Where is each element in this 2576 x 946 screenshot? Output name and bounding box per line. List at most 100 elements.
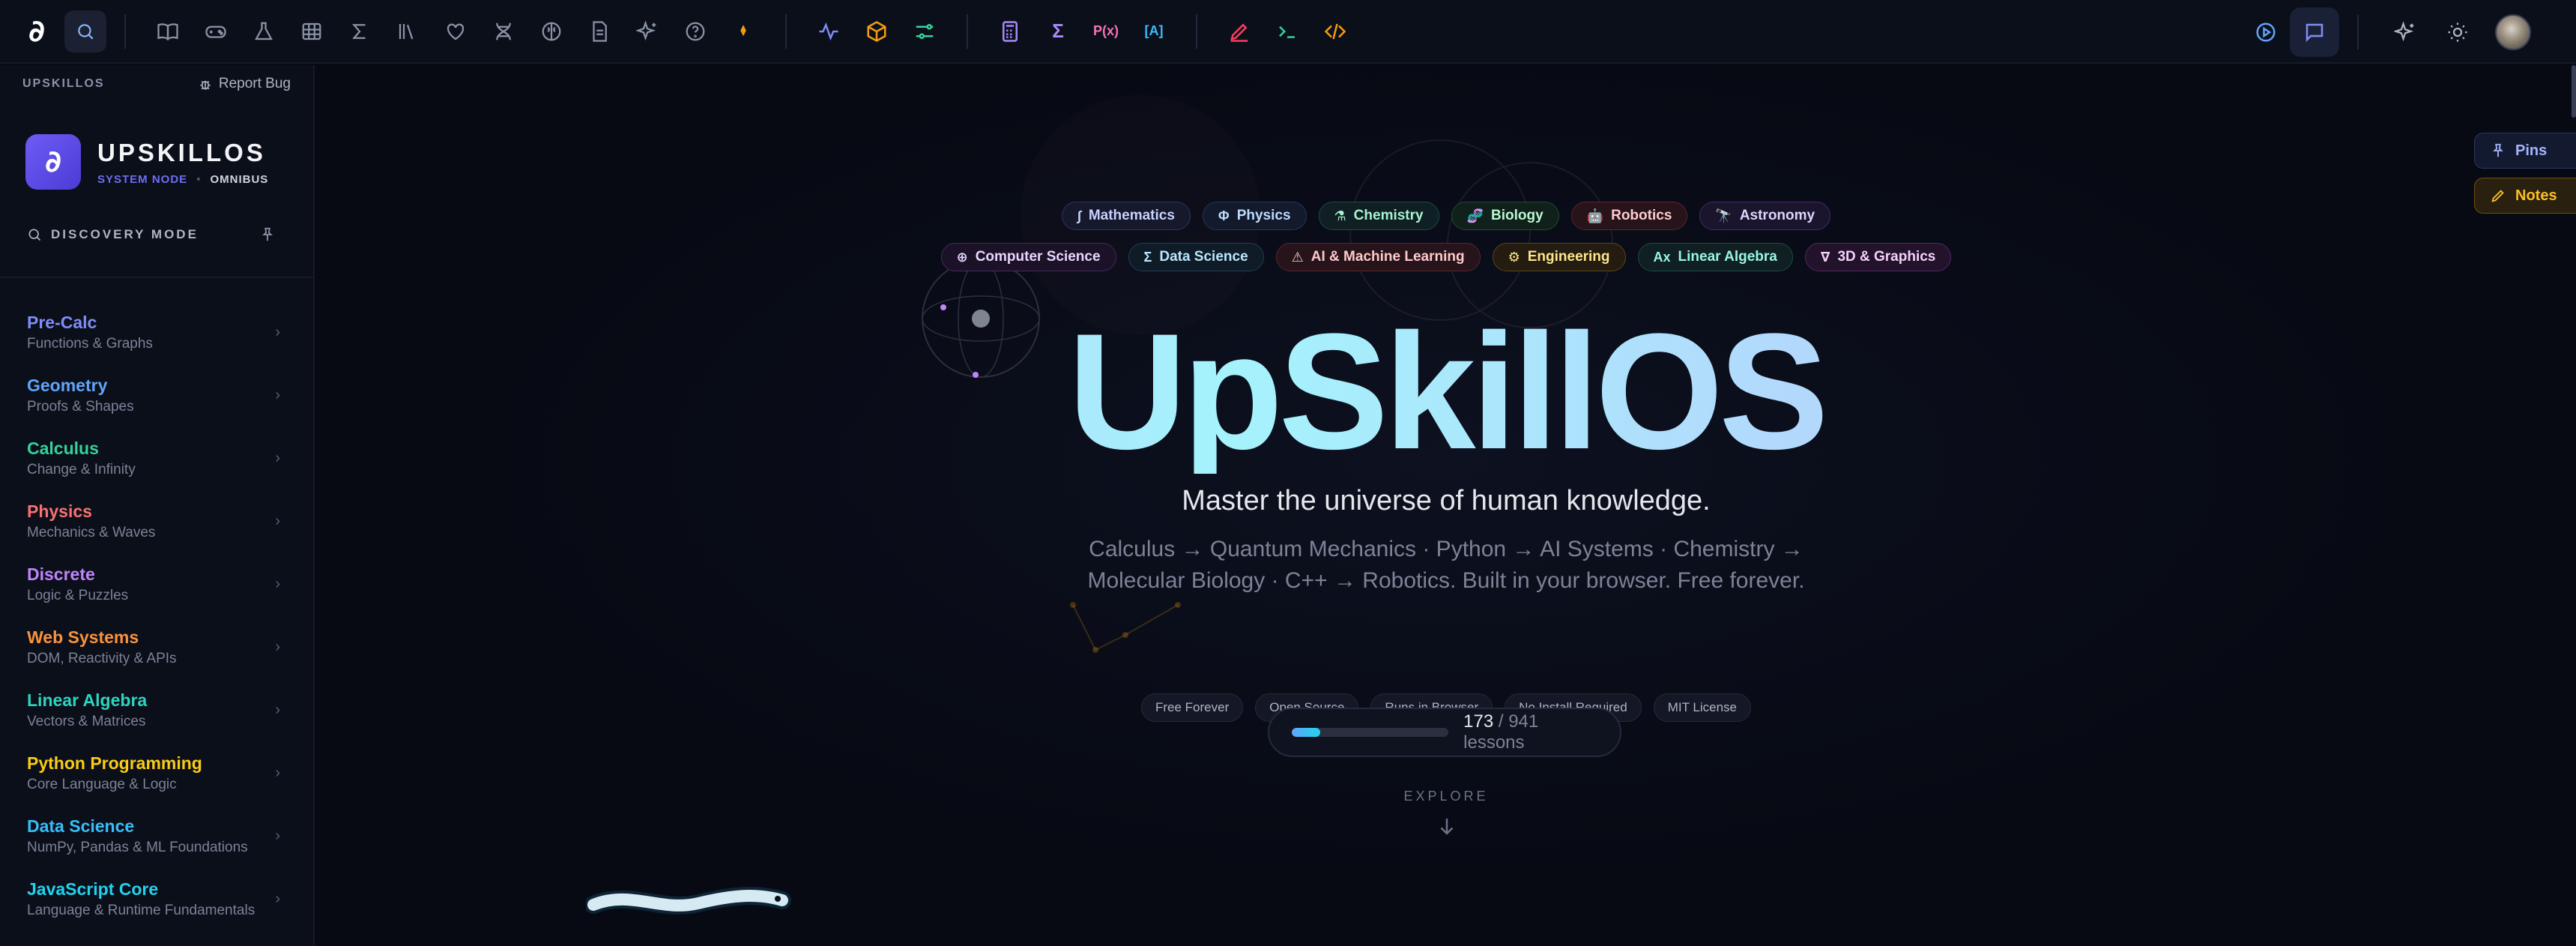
topic-chip[interactable]: Φ Physics xyxy=(1202,202,1307,230)
flask-icon[interactable] xyxy=(240,7,288,55)
terminal-icon[interactable] xyxy=(1263,7,1311,55)
search-icon xyxy=(78,23,94,40)
sidebar-item[interactable]: Data Science NumPy, Pandas & ML Foundatio… xyxy=(0,804,313,867)
progress-bar xyxy=(1292,728,1449,737)
discovery-mode[interactable]: DISCOVERY MODE xyxy=(0,220,313,250)
main-hero: ∫ Mathematics Φ Physics ⚗ Chemistry 🧬 Biology 🤖 R… xyxy=(316,65,2576,946)
sparkles-icon[interactable] xyxy=(623,7,671,55)
sigma-icon[interactable] xyxy=(336,7,384,55)
heart-icon[interactable] xyxy=(432,7,480,55)
matrix-icon[interactable]: [A] xyxy=(1130,7,1178,55)
sliders-icon[interactable] xyxy=(901,7,949,55)
pin-icon xyxy=(2493,143,2503,157)
topic-chip[interactable]: Σ Data Science xyxy=(1128,243,1264,271)
sidebar-item-desc: Logic & Puzzles xyxy=(27,587,129,603)
summation-icon[interactable]: Σ xyxy=(1034,7,1082,55)
topic-chip[interactable]: 🤖 Robotics xyxy=(1570,202,1688,230)
user-avatar[interactable] xyxy=(2495,13,2531,50)
search-icon xyxy=(28,229,41,241)
toolbar-divider xyxy=(785,13,787,49)
sparkles-icon[interactable] xyxy=(2381,8,2429,56)
brain-icon[interactable] xyxy=(527,7,575,55)
sidebar-item[interactable]: Pre-Calc Functions & Graphs › xyxy=(0,301,313,364)
topic-chip[interactable]: ⊕ Computer Science xyxy=(940,243,1116,271)
sun-icon[interactable] xyxy=(2434,8,2482,56)
app-logo-button[interactable]: ∂ xyxy=(19,14,54,49)
help-icon[interactable] xyxy=(671,7,719,55)
topic-chip-icon: ∫ xyxy=(1077,208,1081,223)
pencil-icon xyxy=(2491,190,2504,202)
topic-chip[interactable]: ⚙ Engineering xyxy=(1492,243,1626,271)
pen-icon[interactable] xyxy=(1215,7,1263,55)
topic-chip-label: Engineering xyxy=(1527,249,1610,265)
cube-icon[interactable] xyxy=(853,7,901,55)
chat-button[interactable] xyxy=(2290,7,2339,57)
explore-label[interactable]: EXPLORE xyxy=(316,789,2576,804)
sidebar-item-desc: NumPy, Pandas & ML Foundations xyxy=(27,839,248,855)
dna-icon[interactable] xyxy=(480,7,527,55)
function-icon[interactable]: P(x) xyxy=(1082,7,1130,55)
topic-chip[interactable]: ⚠ AI & Machine Learning xyxy=(1275,243,1481,271)
chat-icon xyxy=(2306,23,2323,42)
brand-block: ∂ UPSKILLOS SYSTEM NODE • OMNIBUS xyxy=(0,134,313,190)
worm-mascot xyxy=(586,887,791,915)
toolbar-divider xyxy=(1196,13,1197,49)
sidebar-item[interactable]: Python Programming Core Language & Logic › xyxy=(0,741,313,804)
table-icon[interactable] xyxy=(288,7,336,55)
chevron-right-icon: › xyxy=(275,764,280,781)
library-icon[interactable] xyxy=(384,7,432,55)
sidebar-item-desc: Mechanics & Waves xyxy=(27,524,156,540)
sidebar-item[interactable]: Geometry Proofs & Shapes › xyxy=(0,364,313,427)
activity-icon[interactable] xyxy=(805,7,853,55)
sidebar-item-name: JavaScript Core xyxy=(27,879,159,899)
sidebar-item[interactable]: Web Systems DOM, Reactivity & APIs › xyxy=(0,615,313,678)
chevron-right-icon: › xyxy=(275,449,280,466)
sidebar-item[interactable]: JavaScript Core Language & Runtime Fundam… xyxy=(0,867,313,930)
topic-chip[interactable]: 🔭 Astronomy xyxy=(1699,202,1831,230)
brand-node-label: SYSTEM NODE xyxy=(97,172,188,186)
sidebar-item[interactable]: Calculus Change & Infinity › xyxy=(0,427,313,489)
sidebar-divider xyxy=(0,277,313,278)
chevron-right-icon: › xyxy=(275,890,280,907)
toolbar-divider xyxy=(2357,14,2359,49)
search-button[interactable] xyxy=(64,10,106,52)
sidebar-item[interactable]: Physics Mechanics & Waves › xyxy=(0,489,313,552)
report-bug-button[interactable]: Report Bug xyxy=(198,76,291,92)
sidebar-item[interactable]: Discrete Logic & Puzzles › xyxy=(0,552,313,615)
topic-chip-label: Astronomy xyxy=(1739,208,1815,223)
topic-chip[interactable]: Ax Linear Algebra xyxy=(1637,243,1793,271)
sidebar-item-desc: DOM, Reactivity & APIs xyxy=(27,650,177,666)
pins-button[interactable]: Pins xyxy=(2474,133,2576,169)
notes-button[interactable]: Notes xyxy=(2474,178,2576,214)
pin-icon[interactable] xyxy=(259,226,276,243)
topic-chip-icon: ∇ xyxy=(1820,249,1830,265)
topic-chip[interactable]: 🧬 Biology xyxy=(1451,202,1559,230)
topic-chip-label: Physics xyxy=(1236,208,1291,223)
chevron-right-icon: › xyxy=(275,827,280,844)
sidebar-item-desc: Language & Runtime Fundamentals xyxy=(27,902,256,918)
sidebar-item-name: Linear Algebra xyxy=(27,690,148,710)
topic-chip[interactable]: ⚗ Chemistry xyxy=(1318,202,1439,230)
sidebar-item-desc: Core Language & Logic xyxy=(27,776,177,792)
code-icon[interactable] xyxy=(1311,7,1359,55)
gamepad-icon[interactable] xyxy=(192,7,240,55)
play-circle-icon[interactable] xyxy=(2242,8,2290,56)
book-icon[interactable] xyxy=(144,7,192,55)
sidebar-item-desc: Functions & Graphs xyxy=(27,335,153,352)
calculator-icon[interactable] xyxy=(986,7,1034,55)
page-scrollbar[interactable] xyxy=(2572,65,2576,118)
sidebar-item[interactable]: Linear Algebra Vectors & Matrices › xyxy=(0,678,313,741)
sidebar: UPSKILLOS Report Bug ∂ UPSKILLOS SYSTEM … xyxy=(0,65,315,946)
chevron-right-icon: › xyxy=(275,512,280,529)
topic-chip-label: Chemistry xyxy=(1353,208,1424,223)
sidebar-item-name: Python Programming xyxy=(27,753,202,773)
arrow-down-icon[interactable] xyxy=(1436,815,1458,837)
document-icon[interactable] xyxy=(575,7,623,55)
topic-chip[interactable]: ∫ Mathematics xyxy=(1061,202,1191,230)
topic-chip[interactable]: ∇ 3D & Graphics xyxy=(1804,243,1952,271)
topic-chips-row-1: ∫ Mathematics Φ Physics ⚗ Chemistry 🧬 Biology 🤖 R… xyxy=(316,202,2576,230)
toolbar-divider xyxy=(124,13,126,49)
topic-chip-label: AI & Machine Learning xyxy=(1310,249,1465,265)
topic-chip-label: Linear Algebra xyxy=(1678,249,1777,265)
fire-icon[interactable] xyxy=(719,7,767,55)
